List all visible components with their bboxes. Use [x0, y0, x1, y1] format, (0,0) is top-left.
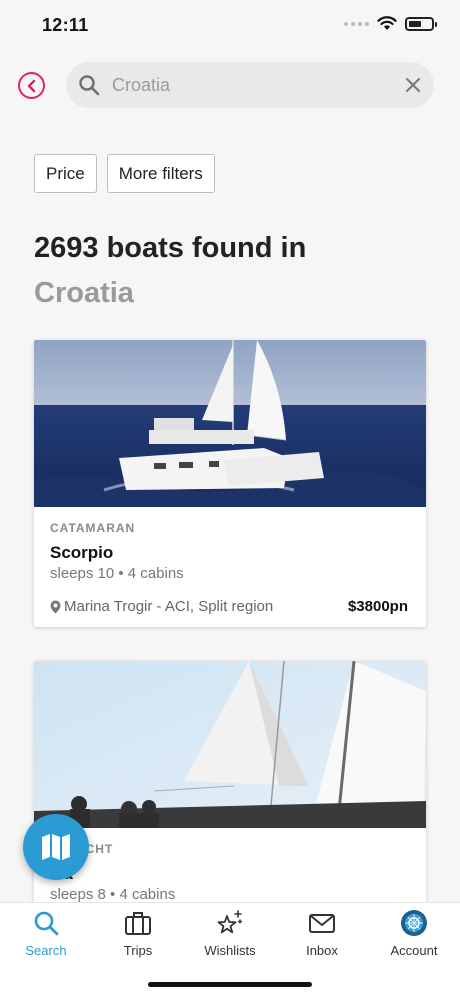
boat-price: $3800pn [347, 598, 408, 615]
status-time: 12:11 [42, 15, 89, 35]
listing-card[interactable]: CATAMARAN Scorpio sleeps 10 • 4 cabins M… [34, 340, 426, 627]
boat-name: Scorpio [50, 543, 114, 562]
briefcase-icon [125, 912, 151, 935]
location-pin-icon [50, 600, 61, 613]
price-filter-button[interactable]: Price [34, 154, 97, 193]
tab-wishlists[interactable]: Wishlists [184, 909, 276, 965]
chevron-left-icon [27, 79, 35, 92]
boat-capacity: sleeps 8 • 4 cabins [50, 886, 176, 903]
boat-photo [34, 661, 426, 828]
search-icon [34, 911, 59, 936]
boat-type: CATAMARAN [50, 521, 136, 535]
boat-photo [34, 340, 426, 507]
results-location: Croatia [34, 277, 134, 309]
tab-account[interactable]: Account [368, 909, 460, 965]
results-heading: 2693 boats found in [34, 232, 307, 264]
tab-search[interactable]: Search [0, 909, 92, 965]
listing-card[interactable]: G_YACHT iza sleeps 8 • 4 cabins [34, 661, 426, 921]
boat-capacity: sleeps 10 • 4 cabins [50, 565, 184, 582]
search-input[interactable] [112, 70, 392, 100]
tab-label: Trips [123, 943, 153, 958]
filter-row: Price More filters [34, 154, 215, 193]
tab-label: Search [25, 943, 67, 958]
signal-icon [344, 21, 369, 26]
map-icon [42, 834, 70, 860]
avatar-icon [401, 910, 427, 936]
wifi-icon [377, 16, 397, 30]
tab-label: Inbox [306, 943, 338, 958]
envelope-icon [309, 914, 335, 933]
back-button[interactable] [18, 72, 45, 99]
tab-inbox[interactable]: Inbox [276, 909, 368, 965]
tab-trips[interactable]: Trips [92, 909, 184, 965]
location-label: Marina Trogir - ACI, Split region [64, 598, 274, 615]
close-icon[interactable] [404, 76, 422, 94]
search-bar[interactable] [66, 62, 434, 108]
tab-label: Wishlists [204, 943, 256, 958]
sparkle-star-icon [217, 910, 243, 934]
tab-label: Account [390, 943, 438, 958]
home-indicator [148, 982, 312, 987]
map-button[interactable] [23, 814, 89, 880]
boat-location: Marina Trogir - ACI, Split region [50, 598, 273, 615]
search-icon [79, 75, 100, 96]
battery-icon [405, 16, 437, 31]
status-bar: 12:11 [0, 0, 460, 50]
status-icons [344, 16, 437, 31]
more-filters-button[interactable]: More filters [106, 154, 215, 193]
